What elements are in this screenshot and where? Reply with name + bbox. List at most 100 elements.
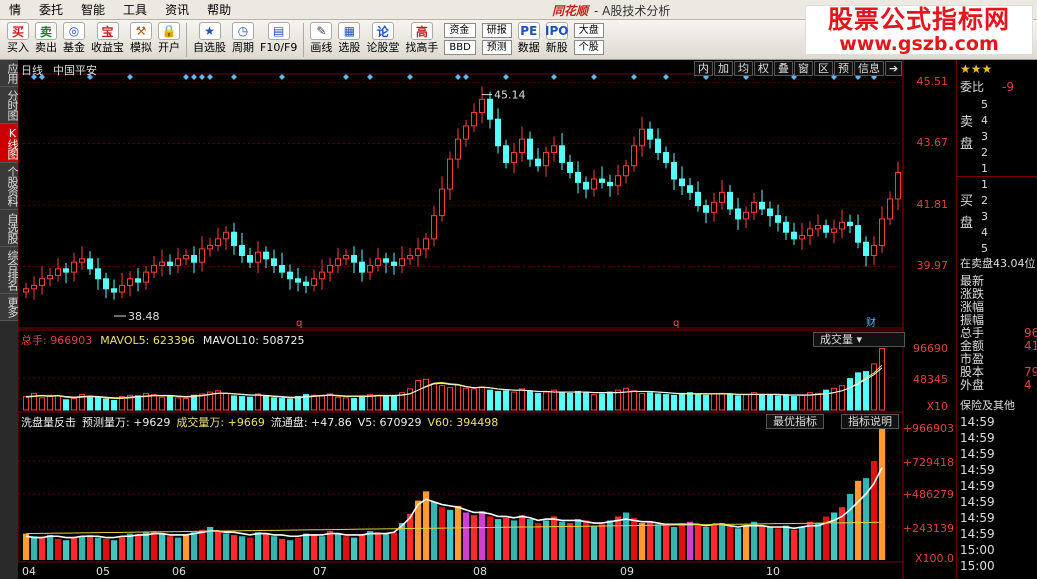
menu-item-2[interactable]: 智能: [72, 0, 114, 20]
f10-button[interactable]: ▤ F10/F9: [257, 20, 300, 60]
menu-item-4[interactable]: 资讯: [156, 0, 198, 20]
volume-bar: [479, 386, 485, 411]
fund-stack-item-0[interactable]: 资金: [444, 23, 476, 38]
chart-tool-5[interactable]: 窗: [794, 61, 813, 76]
pin-icon[interactable]: ➔: [885, 61, 903, 76]
market-stack-item-0[interactable]: 大盘: [573, 23, 604, 38]
indicator-bar: [518, 515, 526, 560]
stock-picker-button[interactable]: ▦ 选股: [335, 20, 363, 60]
event-diamond-marker[interactable]: [407, 74, 413, 80]
watchlist-button[interactable]: ★ 自选股: [190, 20, 229, 60]
event-diamond-marker[interactable]: [231, 74, 237, 80]
event-diamond-marker[interactable]: [455, 74, 461, 80]
volume-bar: [743, 394, 749, 411]
indicator-bar: [670, 527, 678, 560]
simulate-button[interactable]: ⚒ 模拟: [127, 20, 155, 60]
menu-item-0[interactable]: 情: [0, 0, 30, 20]
chart-tool-0[interactable]: 内: [694, 61, 713, 76]
side-tab-2[interactable]: K线图: [0, 124, 19, 163]
buy-button[interactable]: 买买入: [4, 20, 32, 60]
candle-body: [831, 228, 837, 233]
chart-canvas[interactable]: 45.14 38.48 q q 财: [18, 60, 956, 579]
chart-tool-7[interactable]: 预: [834, 61, 853, 76]
volume-selector[interactable]: 成交量 ▾: [813, 332, 905, 347]
candle-body: [639, 128, 645, 147]
menu-item-1[interactable]: 委托: [30, 0, 72, 20]
fund-stack-item-1[interactable]: BBD: [444, 40, 476, 55]
event-diamond-marker[interactable]: [591, 74, 597, 80]
indicator-stat-3: 流通盘: +47.86: [270, 416, 352, 429]
chart-tool-3[interactable]: 权: [754, 61, 773, 76]
event-marker[interactable]: q: [296, 318, 302, 329]
indicator-bar: [134, 534, 142, 560]
candle-body: [543, 151, 549, 167]
event-diamond-marker[interactable]: [367, 74, 373, 80]
event-diamond-marker[interactable]: [279, 74, 285, 80]
data-button[interactable]: PE 数据: [515, 20, 543, 60]
profit-treasure-button[interactable]: 宝收益宝: [88, 20, 127, 60]
fund-button[interactable]: ◎ 基金: [60, 20, 88, 60]
event-diamond-marker[interactable]: [191, 74, 197, 80]
research-stack-item-0[interactable]: 研报: [481, 23, 512, 38]
find-master-button[interactable]: 高找高手: [402, 20, 441, 60]
market-stack-item-1[interactable]: 个股: [573, 40, 604, 55]
event-marker[interactable]: q: [673, 318, 679, 329]
best-indicator-button[interactable]: 最优指标: [766, 414, 824, 429]
volume-bar: [47, 394, 53, 411]
new-stock-button[interactable]: IPO 新股: [543, 20, 571, 60]
event-diamond-marker[interactable]: [127, 74, 133, 80]
indicator-bar: [702, 527, 710, 560]
event-diamond-marker[interactable]: [663, 74, 669, 80]
sell-button[interactable]: 卖卖出: [32, 20, 60, 60]
event-diamond-marker[interactable]: [343, 74, 349, 80]
side-tab-6[interactable]: 更多: [0, 294, 19, 321]
chart-tool-6[interactable]: 区: [814, 61, 833, 76]
chart-pane[interactable]: 45.14 38.48 q q 财 日线 中国平安 内加均权叠窗区预信息 ➔ 总手: 966…: [18, 60, 956, 579]
event-diamond-marker[interactable]: [183, 74, 189, 80]
side-tab-0[interactable]: 应用: [0, 60, 19, 87]
chart-tool-1[interactable]: 加: [714, 61, 733, 76]
candle-body: [103, 278, 109, 290]
side-tab-4[interactable]: 自选股: [0, 210, 19, 247]
forum-button[interactable]: 论论股堂: [363, 20, 402, 60]
indicator-bar: [814, 523, 822, 560]
event-diamond-marker[interactable]: [631, 74, 637, 80]
side-tab-1[interactable]: 分时图: [0, 87, 19, 124]
event-marker[interactable]: 财: [866, 316, 876, 329]
side-tab-5[interactable]: 综合排名: [0, 247, 19, 294]
indicator-bar: [334, 533, 342, 560]
side-tab-3[interactable]: 个股资料: [0, 163, 19, 210]
tick-time: 14:59: [960, 495, 995, 509]
chart-tool-4[interactable]: 叠: [774, 61, 793, 76]
candle-body: [47, 274, 53, 280]
buy-side-label: 买: [960, 194, 974, 209]
draw-line-button[interactable]: ✎ 画线: [307, 20, 335, 60]
indicator-bar: [150, 530, 158, 560]
indicator-axis-label: X100.0: [914, 552, 954, 565]
indicator-bar: [110, 540, 118, 560]
event-diamond-marker[interactable]: [503, 74, 509, 80]
volume-axis-label: X10: [926, 400, 948, 413]
volume-bar: [23, 396, 29, 411]
indicator-help-button[interactable]: 指标说明: [841, 414, 899, 429]
open-account-button[interactable]: 🔒 开户: [155, 20, 183, 60]
candle-body: [463, 125, 469, 140]
indicator-bar: [590, 525, 598, 560]
indicator-bar: [846, 494, 854, 560]
event-diamond-marker[interactable]: [199, 74, 205, 80]
research-stack-item-1[interactable]: 预测: [481, 40, 512, 55]
buy-level: 5: [981, 242, 988, 255]
indicator-bar: [310, 534, 318, 560]
period-button[interactable]: ◷ 周期: [229, 20, 257, 60]
chart-tool-8[interactable]: 信息: [854, 61, 884, 76]
event-diamond-marker[interactable]: [551, 74, 557, 80]
chart-tool-2[interactable]: 均: [734, 61, 753, 76]
date-axis-label: 04: [22, 565, 36, 578]
quote-field-label: 股本: [960, 365, 985, 379]
event-diamond-marker[interactable]: [463, 74, 469, 80]
menu-item-3[interactable]: 工具: [114, 0, 156, 20]
volume-bar: [703, 394, 709, 411]
menu-item-5[interactable]: 帮助: [198, 0, 240, 20]
insurance-link[interactable]: 保险及其他: [960, 399, 1015, 412]
event-diamond-marker[interactable]: [207, 74, 213, 80]
